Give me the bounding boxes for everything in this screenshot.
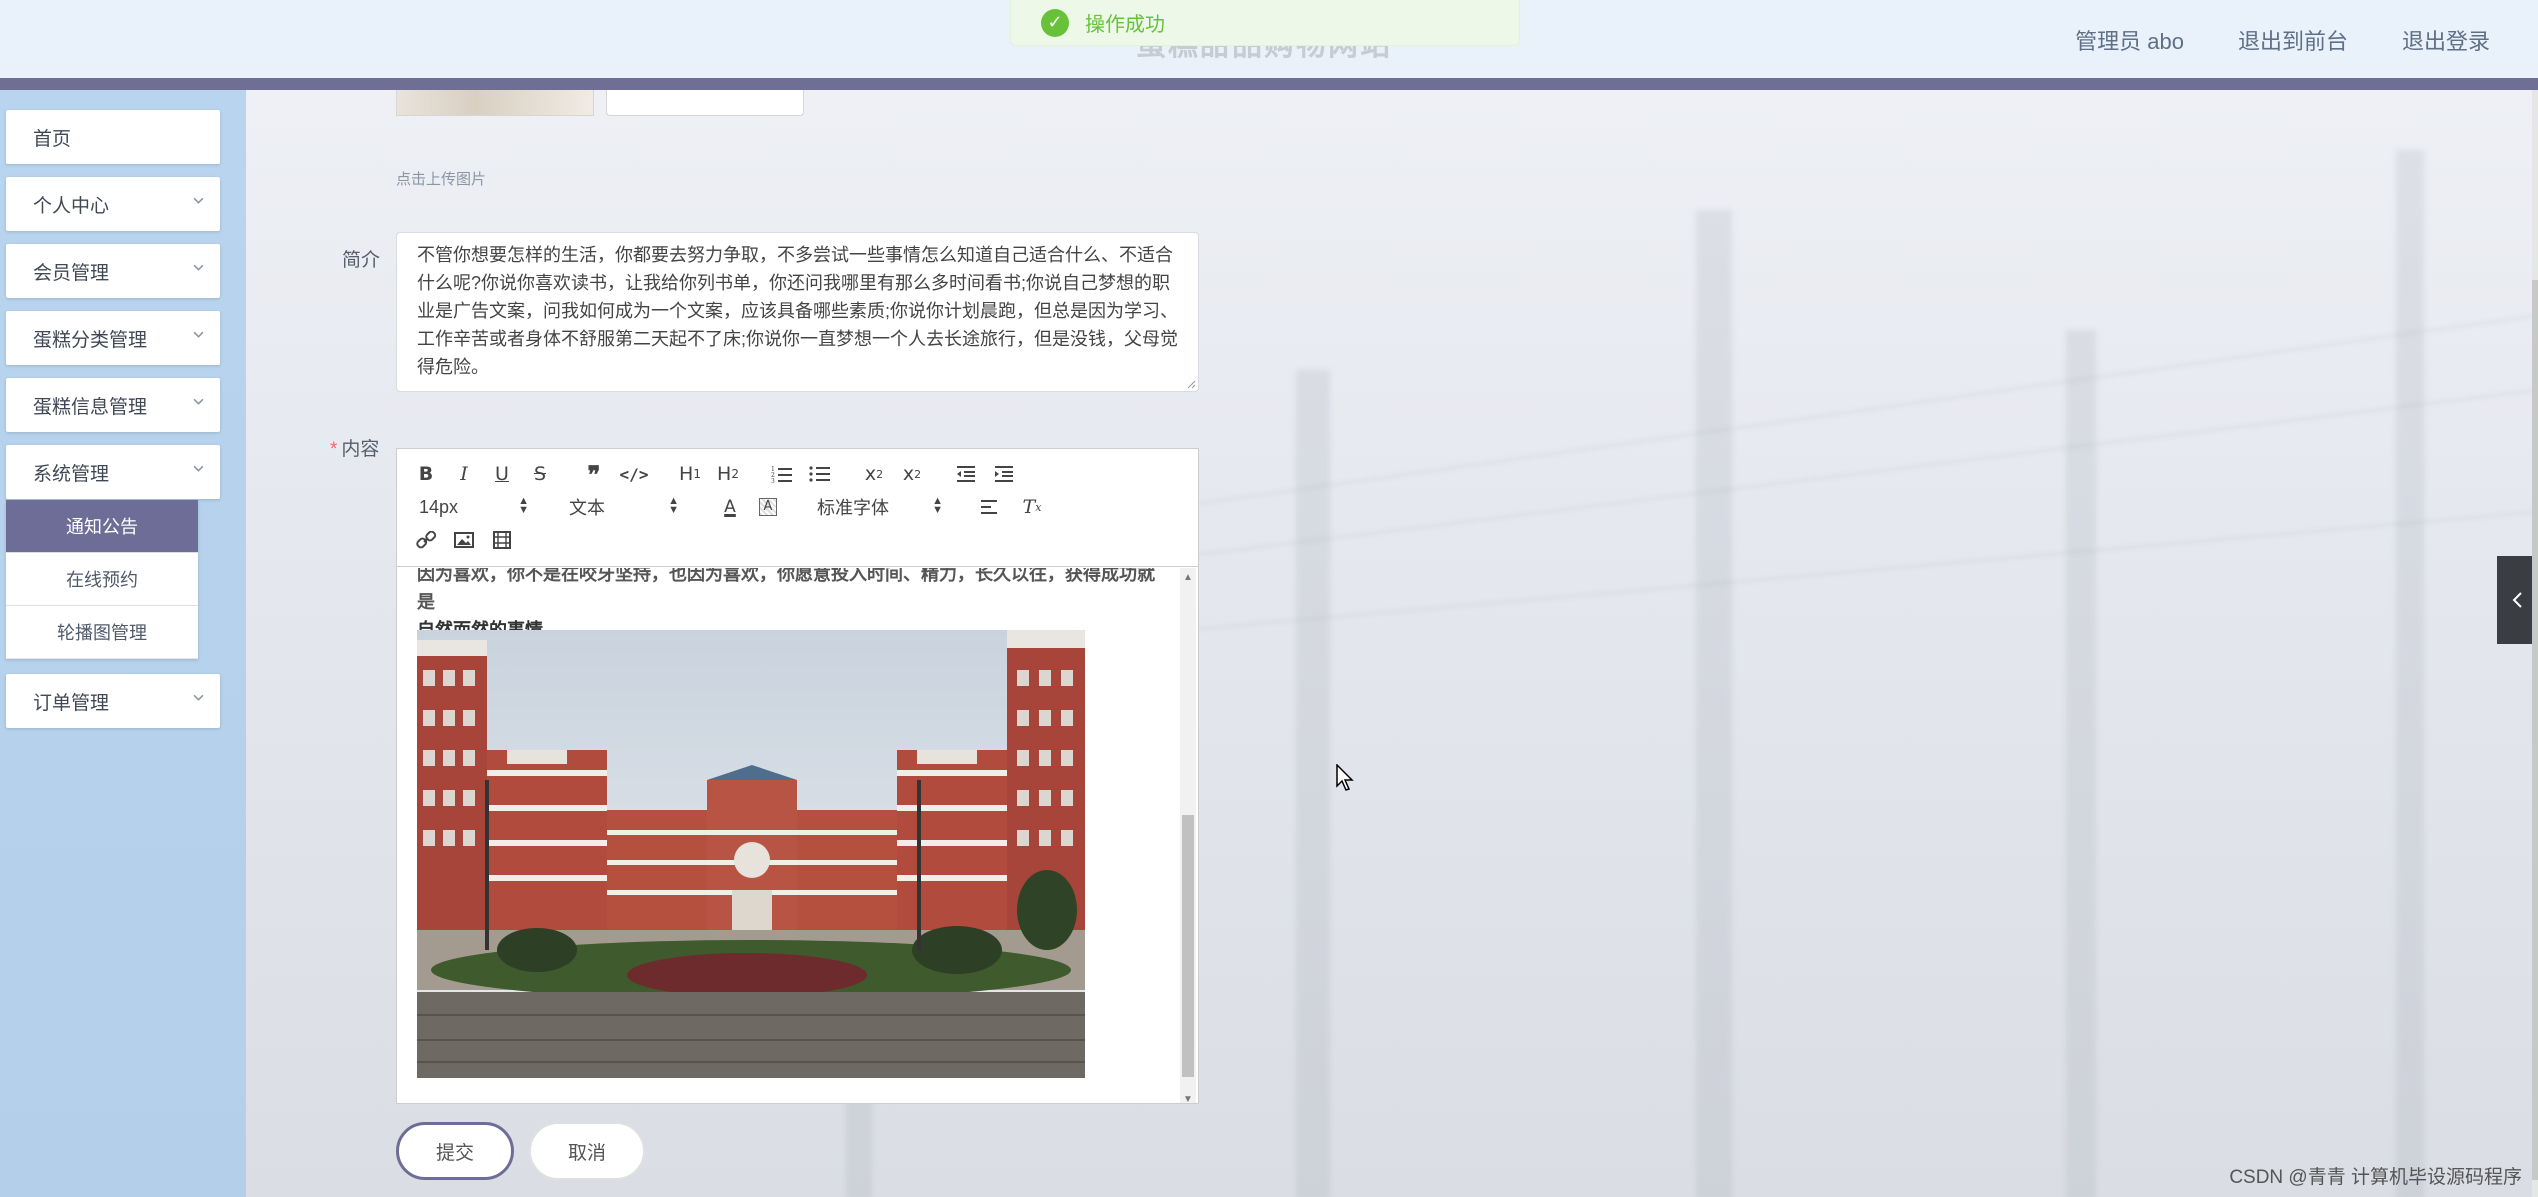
submit-button[interactable]: 提交 xyxy=(396,1122,514,1180)
top-header: 蛋糕甜品购物网站 ✓ 操作成功 管理员 abo 退出到前台 退出登录 xyxy=(0,0,2538,78)
page-scrollbar[interactable] xyxy=(2532,90,2538,1197)
block-type-select[interactable]: 文本 ▲ ▼ xyxy=(569,494,679,520)
sidebar-item-label: 蛋糕分类管理 xyxy=(33,329,148,351)
sidebar-item-cake-info[interactable]: 蛋糕信息管理 xyxy=(6,378,220,432)
heading1-icon[interactable]: H1 xyxy=(675,461,705,487)
success-toast: ✓ 操作成功 xyxy=(1010,0,1520,46)
sidebar-item-label: 系统管理 xyxy=(33,463,110,485)
intro-label: 简介 xyxy=(342,250,381,271)
submenu-item-appointment[interactable]: 在线预约 xyxy=(6,553,198,606)
exit-to-frontend-link[interactable]: 退出到前台 xyxy=(2238,24,2348,56)
editor-scroll-thumb[interactable] xyxy=(1182,815,1194,1077)
sidebar-item-label: 个人中心 xyxy=(33,195,110,217)
background-color-icon[interactable]: A xyxy=(753,494,783,520)
check-circle-icon: ✓ xyxy=(1041,8,1069,37)
chevron-left-icon xyxy=(2512,592,2522,608)
chevron-up-icon xyxy=(193,465,204,472)
content-label: * 内容 xyxy=(330,439,380,460)
sidebar-item-home[interactable]: 首页 xyxy=(6,110,220,164)
header-links: 管理员 abo 退出到前台 退出登录 xyxy=(2075,24,2490,56)
select-arrows-icon: ▲ ▼ xyxy=(932,495,943,516)
bold-icon[interactable]: B xyxy=(411,461,441,487)
sidebar-item-label: 会员管理 xyxy=(33,262,110,284)
page-scroll-thumb[interactable] xyxy=(2532,280,2538,1180)
toast-message: 操作成功 xyxy=(1085,14,1165,36)
chevron-down-icon xyxy=(193,197,204,204)
resize-grip-icon[interactable] xyxy=(1186,379,1196,389)
sidebar: 首页 个人中心 会员管理 蛋糕分类管理 蛋糕信息管理 系统管理 通知公告 在线预… xyxy=(0,90,246,1197)
intro-textarea[interactable]: 不管你想要怎样的生活，你都要去努力争取，不多尝试一些事情怎么知道自己适合什么、不… xyxy=(396,232,1199,392)
strikethrough-icon[interactable]: S xyxy=(525,461,555,487)
outdent-icon[interactable] xyxy=(951,461,981,487)
uploaded-image-thumbnail[interactable] xyxy=(396,90,594,116)
editor-content-area[interactable]: 因为喜欢，你不是在咬牙坚持，也因为喜欢，你愿意投入时间、精力，长久以往，获得成功… xyxy=(397,568,1198,1103)
link-icon[interactable] xyxy=(411,527,441,553)
chevron-down-icon xyxy=(193,264,204,271)
logout-link[interactable]: 退出登录 xyxy=(2402,24,2490,56)
upload-hint: 点击上传图片 xyxy=(396,171,487,188)
blockquote-icon[interactable]: ❞ xyxy=(579,460,609,489)
sidebar-item-label: 蛋糕信息管理 xyxy=(33,396,148,418)
font-color-icon[interactable]: A xyxy=(715,494,745,520)
code-block-icon[interactable]: </> xyxy=(619,461,649,487)
editor-scrollbar[interactable]: ▲ ▼ xyxy=(1180,568,1196,1103)
clear-format-icon[interactable]: Tx xyxy=(1017,494,1047,520)
align-icon[interactable] xyxy=(975,494,1005,520)
heading2-icon[interactable]: H2 xyxy=(713,461,743,487)
sidebar-item-personal-center[interactable]: 个人中心 xyxy=(6,177,220,231)
video-icon[interactable] xyxy=(487,527,517,553)
intro-text: 不管你想要怎样的生活，你都要去努力争取，不多尝试一些事情怎么知道自己适合什么、不… xyxy=(417,245,1178,377)
font-size-select[interactable]: 14px ▲ ▼ xyxy=(419,494,529,520)
svg-text:3: 3 xyxy=(771,478,775,483)
submenu-item-notice[interactable]: 通知公告 xyxy=(6,500,198,553)
admin-user-label[interactable]: 管理员 abo xyxy=(2075,24,2184,56)
sidebar-item-system-management[interactable]: 系统管理 xyxy=(6,445,220,499)
superscript-icon[interactable]: x2 xyxy=(897,461,927,487)
chevron-down-icon xyxy=(193,331,204,338)
scroll-up-arrow-icon[interactable]: ▲ xyxy=(1183,572,1193,583)
bullet-list-icon[interactable] xyxy=(805,461,835,487)
cancel-button[interactable]: 取消 xyxy=(529,1122,645,1180)
campus-building-image xyxy=(417,630,1085,1078)
sidebar-item-member-management[interactable]: 会员管理 xyxy=(6,244,220,298)
select-arrows-icon: ▲ ▼ xyxy=(518,495,529,516)
upload-trigger-box[interactable] xyxy=(606,90,804,116)
csdn-watermark: CSDN @青青 计算机毕设源码程序 xyxy=(2229,1167,2522,1188)
sidebar-item-label: 首页 xyxy=(33,128,72,150)
rich-text-editor: B I U S ❞ </> H1 H2 123 x2 x2 14px ▲ ▼ 文本 ▲… xyxy=(396,448,1199,1104)
editor-text-cut-line: 因为喜欢，你不是在咬牙坚持，也因为喜欢，你愿意投入时间、精力，长久以往，获得成功… xyxy=(417,568,1155,612)
italic-icon[interactable]: I xyxy=(449,461,479,487)
underline-icon[interactable]: U xyxy=(487,461,517,487)
chevron-down-icon xyxy=(193,694,204,701)
sidebar-item-label: 订单管理 xyxy=(33,692,110,714)
sidebar-item-cake-category[interactable]: 蛋糕分类管理 xyxy=(6,311,220,365)
editor-toolbar: B I U S ❞ </> H1 H2 123 x2 x2 14px ▲ ▼ 文本 ▲… xyxy=(397,449,1198,567)
mouse-cursor-icon xyxy=(1336,764,1354,791)
subscript-icon[interactable]: x2 xyxy=(859,461,889,487)
ordered-list-icon[interactable]: 123 xyxy=(767,461,797,487)
indent-icon[interactable] xyxy=(989,461,1019,487)
header-accent-bar xyxy=(0,78,2538,90)
font-family-select[interactable]: 标准字体 ▲ ▼ xyxy=(817,494,943,520)
image-icon[interactable] xyxy=(449,527,479,553)
submenu-item-carousel[interactable]: 轮播图管理 xyxy=(6,606,198,659)
select-arrows-icon: ▲ ▼ xyxy=(668,495,679,516)
chevron-down-icon xyxy=(193,398,204,405)
scroll-down-arrow-icon[interactable]: ▼ xyxy=(1183,1094,1193,1103)
sidebar-item-order-management[interactable]: 订单管理 xyxy=(6,674,220,728)
